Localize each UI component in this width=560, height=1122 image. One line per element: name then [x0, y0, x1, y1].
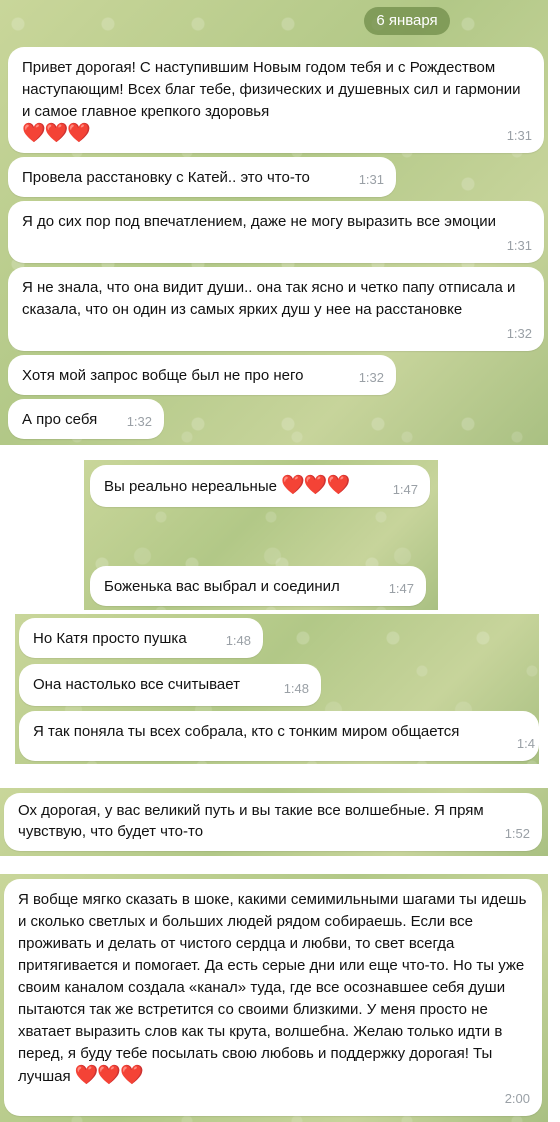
message-time: 1:31 [358, 172, 384, 187]
message-bubble[interactable]: Но Катя просто пушка 1:48 [19, 618, 263, 658]
message-time: 1:32 [126, 414, 152, 429]
chat-screenshot-3: Но Катя просто пушка 1:48 Она настолько … [15, 614, 539, 764]
message-time: 1:32 [358, 370, 384, 385]
message-bubble[interactable]: Она настолько все считывает 1:48 [19, 664, 321, 706]
message-time: 1:31 [506, 238, 532, 253]
message-time: 1:32 [506, 326, 532, 341]
message-bubble[interactable]: Привет дорогая! С наступившим Новым годо… [8, 47, 544, 153]
message-time: 1:47 [388, 581, 414, 596]
chat-screenshot-4: Ох дорогая, у вас великий путь и вы таки… [0, 788, 548, 856]
message-text: Я вобще мягко сказать в шоке, какими сем… [18, 889, 530, 1088]
message-time: 2:00 [504, 1091, 530, 1106]
message-bubble[interactable]: Боженька вас выбрал и соединил 1:47 [90, 566, 426, 606]
message-time: 1:47 [392, 482, 418, 497]
message-bubble[interactable]: Провела расстановку с Катей.. это что-то… [8, 157, 396, 197]
heart-emoji-icons: ❤️❤️❤️ [74, 1065, 144, 1086]
message-bubble[interactable]: Вы реально нереальные ❤️❤️❤️ 1:47 [90, 465, 430, 507]
message-text: Я не знала, что она видит души.. она так… [22, 279, 516, 318]
message-text: Боженька вас выбрал и соединил [104, 578, 340, 595]
chat-screenshot-1: 6 января Привет дорогая! С наступившим Н… [0, 0, 548, 445]
message-text: Привет дорогая! С наступившим Новым годо… [22, 59, 521, 120]
message-text: Но Катя просто пушка [33, 630, 187, 647]
message-bubble[interactable]: Хотя мой запрос вобще был не про него 1:… [8, 355, 396, 395]
message-text: Она настолько все считывает [33, 676, 240, 693]
message-time: 1:52 [504, 826, 530, 841]
heart-emoji-icons: ❤️❤️❤️ [22, 123, 91, 144]
chat-screenshot-2: Вы реально нереальные ❤️❤️❤️ 1:47 Божень… [84, 460, 438, 610]
message-text: Вы реально нереальные [104, 478, 277, 495]
message-time: 1:48 [225, 633, 251, 648]
date-chip: 6 января [364, 7, 450, 35]
message-time: 1:31 [506, 128, 532, 143]
message-text: А про себя [22, 411, 98, 428]
message-bubble[interactable]: Ох дорогая, у вас великий путь и вы таки… [4, 793, 542, 851]
message-bubble[interactable]: А про себя 1:32 [8, 399, 164, 439]
message-time: 1:4 [516, 736, 535, 751]
message-bubble[interactable]: Я вобще мягко сказать в шоке, какими сем… [4, 879, 542, 1116]
message-text-content: Я вобще мягко сказать в шоке, какими сем… [18, 891, 527, 1085]
chat-screenshot-5: Я вобще мягко сказать в шоке, какими сем… [0, 874, 548, 1122]
message-time: 1:48 [283, 681, 309, 696]
message-text: Хотя мой запрос вобще был не про него [22, 367, 304, 384]
message-text: Я до сих пор под впечатлением, даже не м… [22, 213, 496, 230]
message-text: Провела расстановку с Катей.. это что-то [22, 169, 310, 186]
message-bubble[interactable]: Я так поняла ты всех собрала, кто с тонк… [19, 711, 539, 761]
message-text: Я так поняла ты всех собрала, кто с тонк… [33, 723, 460, 740]
message-text: Ох дорогая, у вас великий путь и вы таки… [18, 802, 484, 840]
message-bubble[interactable]: Я до сих пор под впечатлением, даже не м… [8, 201, 544, 263]
heart-emoji-icons: ❤️❤️❤️ [281, 475, 350, 496]
message-bubble[interactable]: Я не знала, что она видит души.. она так… [8, 267, 544, 351]
